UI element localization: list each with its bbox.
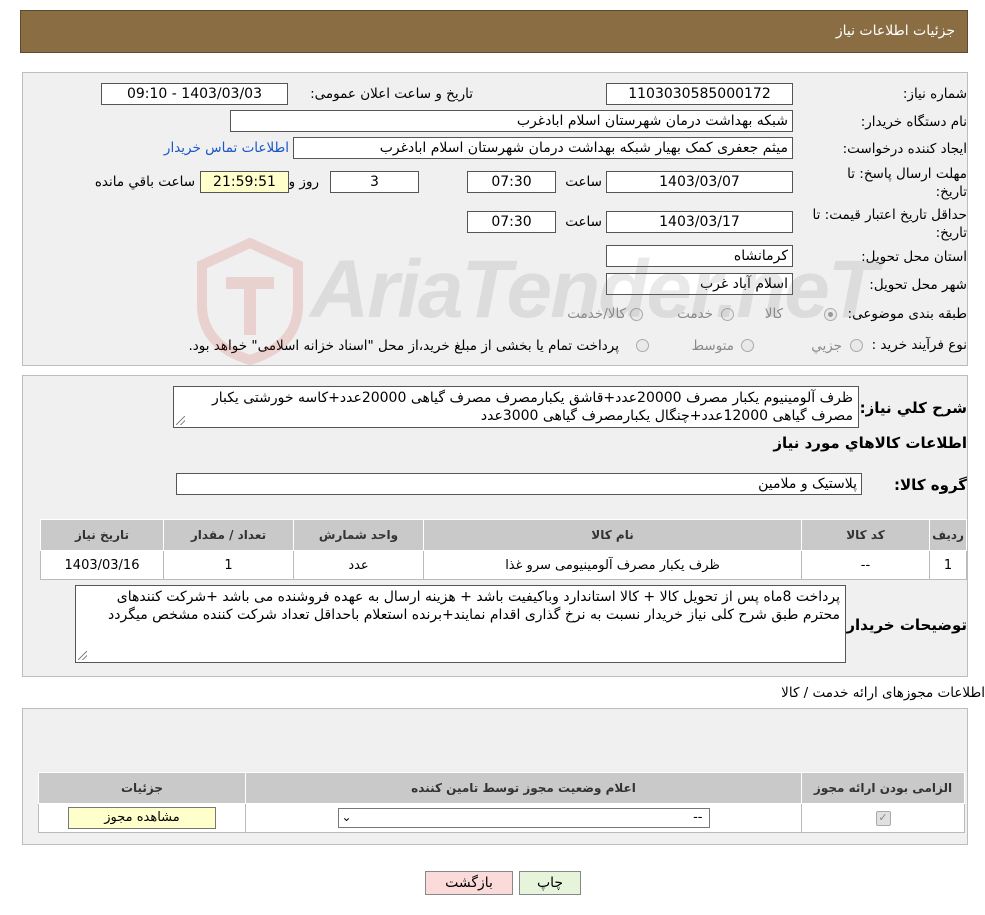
buyer-org-label: نام دستگاه خریدار: [860,114,967,130]
col-unit: واحد شمارش [293,519,424,551]
reply-time-label: ساعت [565,174,602,190]
buyer-notes-content: پرداخت 8ماه پس از تحویل کالا + کالا استا… [108,589,840,623]
need-number-label: شماره نیاز: [902,86,967,102]
creator-label: ایجاد کننده درخواست: [842,141,967,157]
page-header: جزئیات اطلاعات نیاز [20,10,968,53]
col-permit-status: اعلام وضعیت مجوز توسط تامین کننده [245,772,802,804]
permit-status-cell: ⌄ -- [245,803,802,833]
reply-deadline-label-date: تاریخ: [935,184,967,200]
cell-row: 1 [929,550,967,580]
col-date: تاریخ نیاز [40,519,164,551]
days-label: روز و [288,174,319,190]
col-code: کد کالا [801,519,930,551]
process-radio-treasury[interactable] [636,339,649,352]
view-permit-button[interactable]: مشاهده مجوز [68,807,216,829]
select-chevron-down-icon: ⌄ [341,810,352,824]
permits-table-header: الزامی بودن ارائه مجوز اعلام وضعیت مجوز … [38,772,965,804]
summary-title: شرح کلي نیاز: [859,399,967,417]
announce-label: تاریخ و ساعت اعلان عمومی: [310,86,473,102]
col-qty: تعداد / مقدار [163,519,294,551]
summary-text-content: ظرف آلومینیوم یکبار مصرف 20000عدد+قاشق ی… [211,390,853,424]
col-name: نام کالا [423,519,802,551]
reply-time-field[interactable]: 07:30 [467,171,556,193]
price-time-label: ساعت [565,214,602,230]
table-row: ✓ ⌄ -- مشاهده مجوز [38,803,965,833]
cell-code: -- [801,550,930,580]
city-field[interactable]: اسلام آباد غرب [606,273,793,295]
price-time-field[interactable]: 07:30 [467,211,556,233]
creator-field[interactable]: میثم جعفری کمک بهیار شبکه بهداشت درمان ش… [293,137,793,159]
price-date-field[interactable]: 1403/03/17 [606,211,793,233]
goods-info-title: اطلاعات کالاهاي مورد نیاز [773,434,967,452]
price-validity-label-date: تاریخ: [935,225,967,241]
days-field[interactable]: 3 [330,171,419,193]
permit-status-value: -- [693,810,703,825]
goods-group-field[interactable]: پلاستیک و ملامین [176,473,862,495]
summary-text[interactable]: ظرف آلومینیوم یکبار مصرف 20000عدد+قاشق ی… [173,386,859,428]
reply-deadline-label: مهلت ارسال پاسخ: تا [847,166,967,182]
process-label: نوع فرآیند خرید : [871,337,967,353]
goods-table-header: ردیف کد کالا نام کالا واحد شمارش تعداد /… [40,519,967,551]
province-field[interactable]: کرمانشاه [606,245,793,267]
table-row: 1 -- ظرف یکبار مصرف آلومینیومی سرو غذا ع… [40,550,967,580]
process-radio-medium[interactable] [741,339,754,352]
buyer-org-field[interactable]: شبکه بهداشت درمان شهرستان اسلام ابادغرب [230,110,793,132]
category-option-service: خدمت [677,306,713,322]
cell-unit: عدد [293,550,424,580]
permit-required-checkbox[interactable]: ✓ [875,810,891,826]
print-button[interactable]: چاپ [519,871,581,895]
goods-group-label: گروه کالا: [894,476,967,494]
process-option-minor: جزیي [811,338,842,354]
process-radio-minor[interactable] [850,339,863,352]
cell-name: ظرف یکبار مصرف آلومینیومی سرو غذا [423,550,802,580]
buyer-notes-text[interactable]: پرداخت 8ماه پس از تحویل کالا + کالا استا… [75,585,846,663]
resize-grip-icon[interactable] [78,651,87,660]
permit-status-select[interactable]: ⌄ -- [337,808,710,828]
category-radio-service[interactable] [721,308,734,321]
announce-field[interactable]: 1403/03/03 - 09:10 [101,83,288,105]
permit-details-cell: مشاهده مجوز [38,803,246,833]
category-label: طبقه بندی موضوعی: [847,306,967,322]
col-permit-details: جزئیات [38,772,246,804]
category-radio-goods[interactable] [824,308,837,321]
buyer-contact-link[interactable]: اطلاعات تماس خریدار [164,140,289,156]
col-permit-required: الزامی بودن ارائه مجوز [801,772,965,804]
resize-grip-icon[interactable] [176,416,185,425]
reply-date-field[interactable]: 1403/03/07 [606,171,793,193]
cell-qty: 1 [163,550,294,580]
city-label: شهر محل تحویل: [869,277,967,293]
permits-section-title: اطلاعات مجوزهای ارائه خدمت / کالا [781,685,985,701]
back-button[interactable]: بازگشت [425,871,513,895]
goods-table: ردیف کد کالا نام کالا واحد شمارش تعداد /… [40,519,967,580]
process-option-medium: متوسط [691,338,734,354]
category-radio-goods-service[interactable] [630,308,643,321]
permits-table: الزامی بودن ارائه مجوز اعلام وضعیت مجوز … [38,772,965,833]
cell-date: 1403/03/16 [40,550,164,580]
remaining-time-field[interactable]: 21:59:51 [200,171,289,193]
price-validity-label: حداقل تاریخ اعتبار قیمت: تا [812,207,967,223]
remaining-label: ساعت باقي مانده [94,174,195,190]
need-number-field[interactable]: 1103030585000172 [606,83,793,105]
col-row: ردیف [929,519,967,551]
category-option-goods-service: کالا/خدمت [567,306,626,322]
province-label: استان محل تحویل: [861,249,967,265]
payment-note: پرداخت تمام یا بخشی از مبلغ خرید،از محل … [188,338,619,354]
category-option-goods: کالا [764,306,783,322]
permit-required-cell: ✓ [801,803,965,833]
buyer-notes-label: توضیحات خریدار: [840,616,967,634]
page-title: جزئیات اطلاعات نیاز [835,23,955,39]
